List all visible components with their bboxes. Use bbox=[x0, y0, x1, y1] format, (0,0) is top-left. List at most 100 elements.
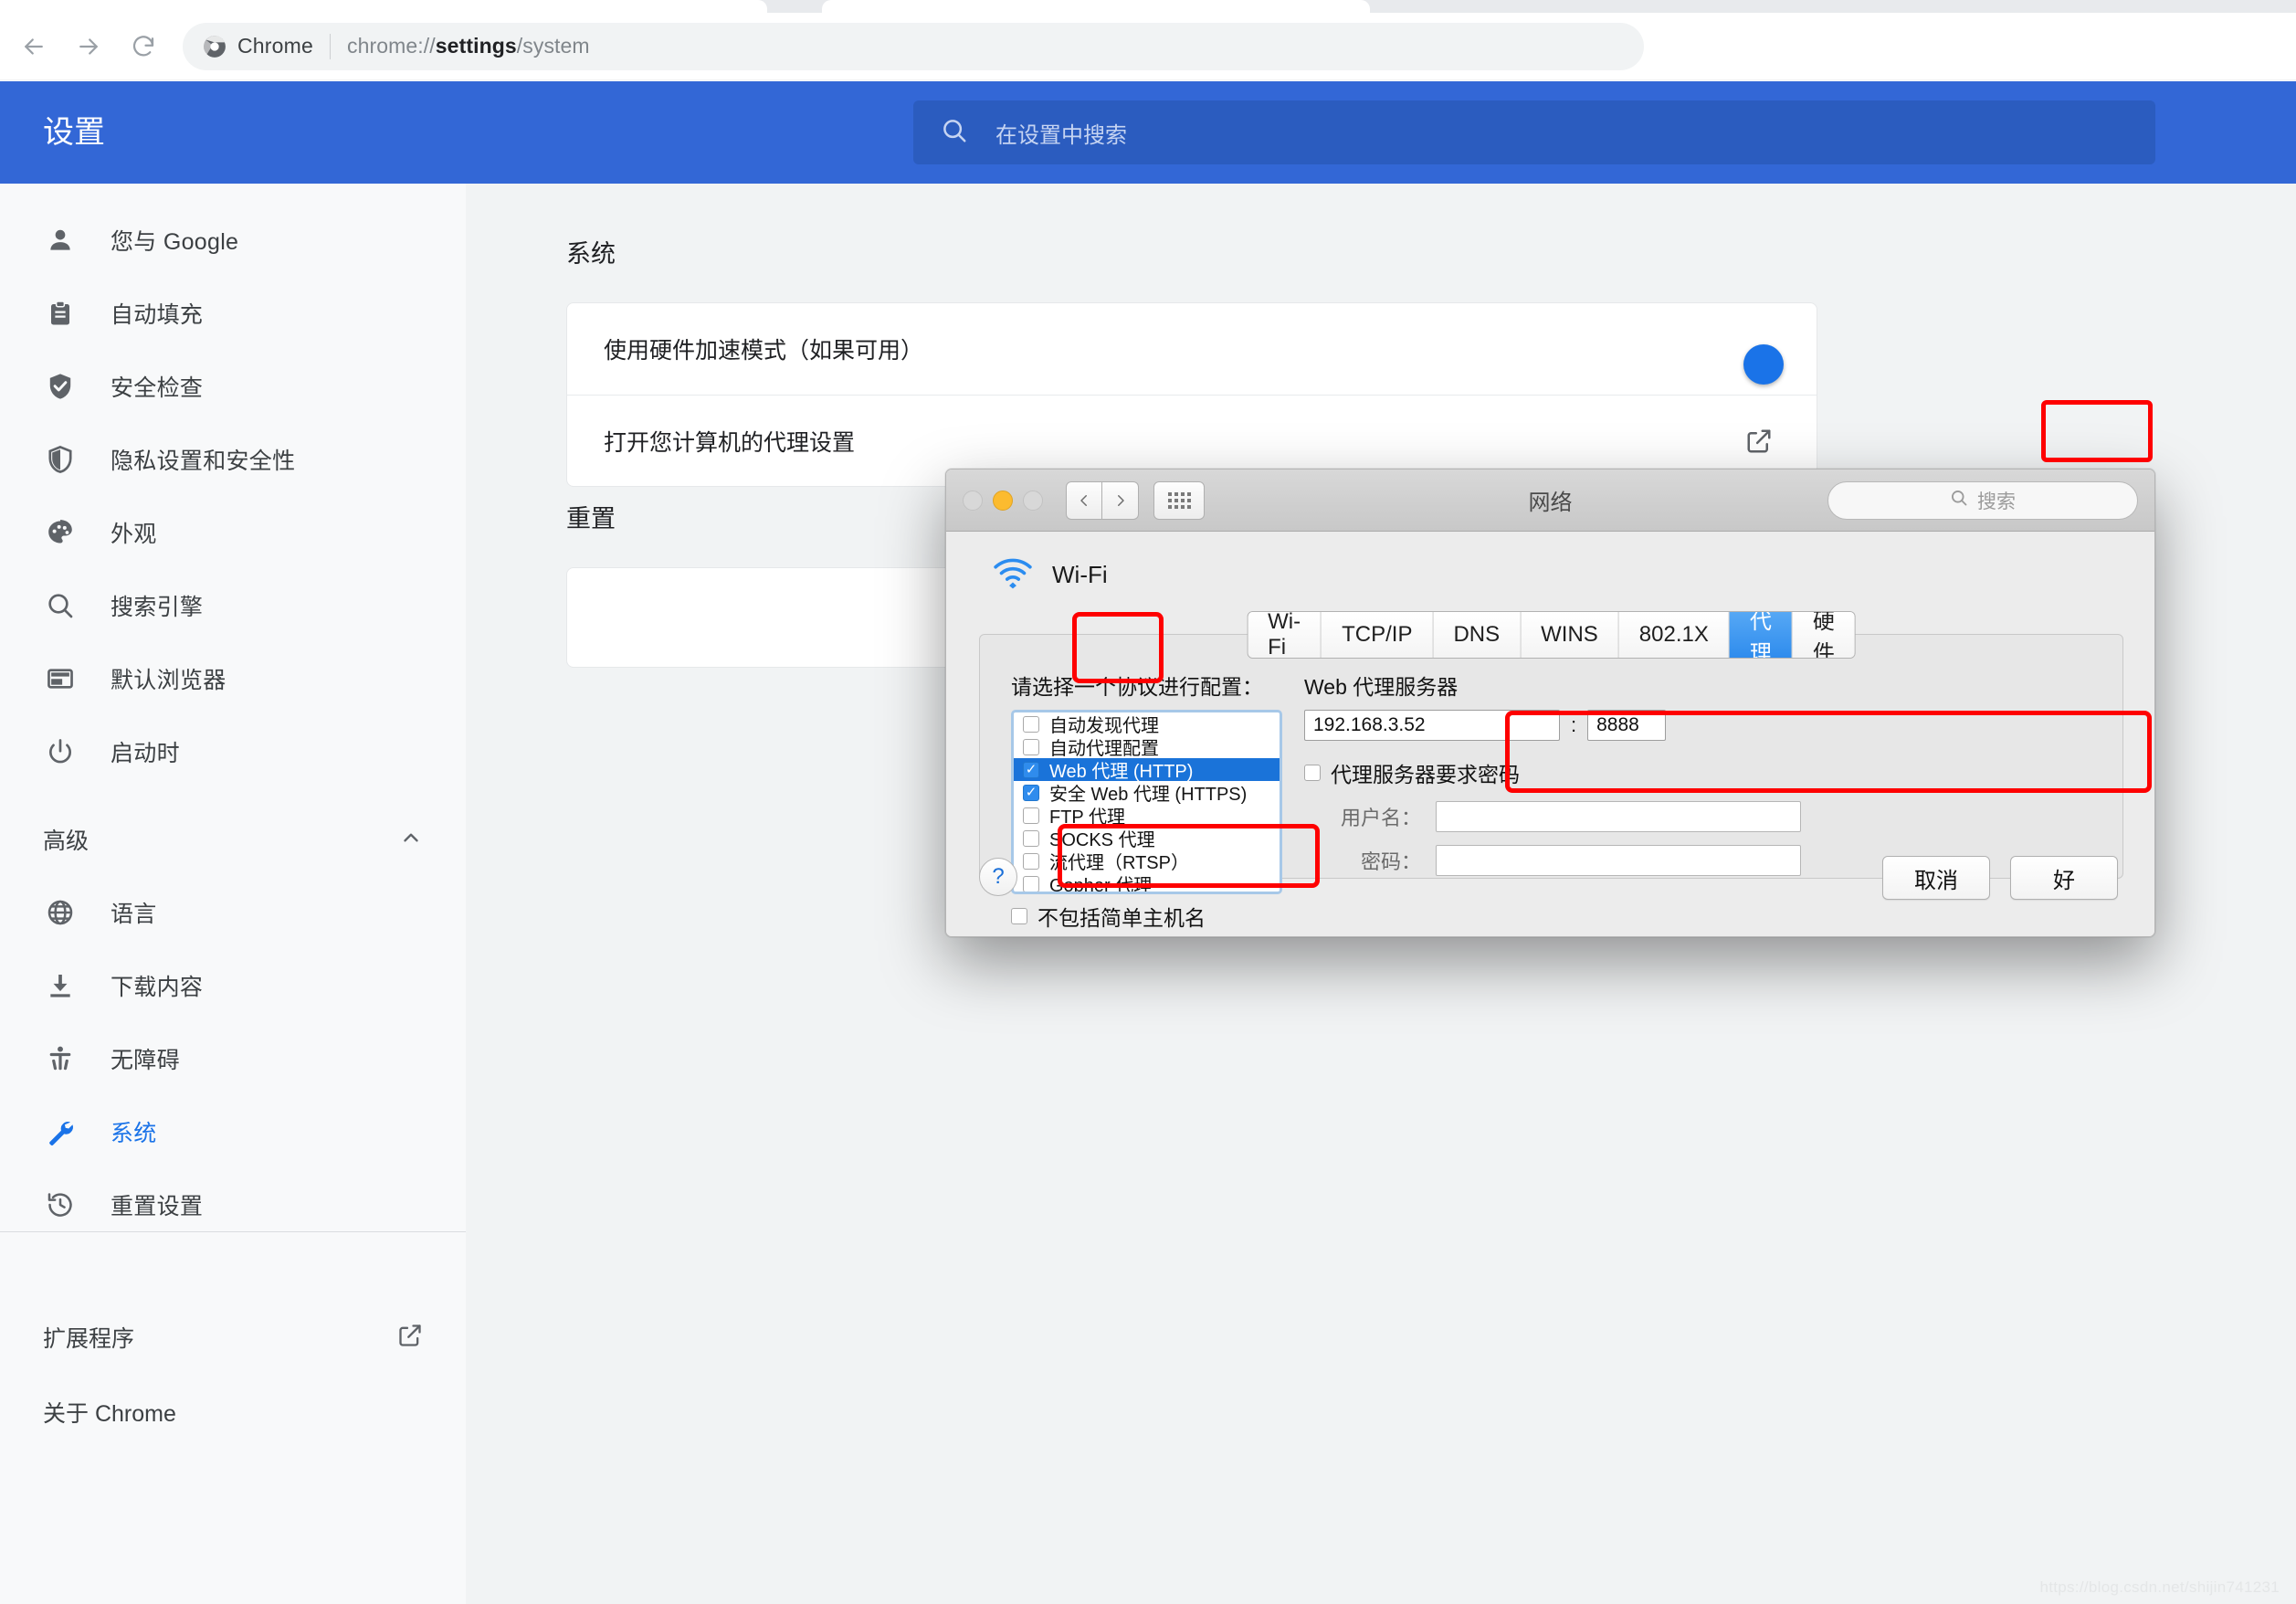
sidebar-item-downloads[interactable]: 下载内容 bbox=[0, 949, 466, 1022]
sidebar-item-languages[interactable]: 语言 bbox=[0, 876, 466, 949]
sidebar-item-reset-settings[interactable]: 重置设置 bbox=[0, 1168, 466, 1241]
watermark: https://blog.csdn.net/shijin741231 bbox=[2039, 1578, 2280, 1596]
username-label: 用户名： bbox=[1340, 807, 1421, 829]
tab-proxies[interactable]: 代理 bbox=[1729, 612, 1793, 658]
sidebar-item-label: 无障碍 bbox=[111, 1048, 180, 1073]
protocol-checkbox[interactable] bbox=[1023, 715, 1039, 733]
sidebar-item-appearance[interactable]: 外观 bbox=[0, 496, 466, 569]
reload-icon[interactable] bbox=[122, 26, 164, 68]
sidebar-item-label: 默认浏览器 bbox=[111, 668, 226, 693]
protocol-checkbox[interactable] bbox=[1023, 761, 1039, 778]
accessibility-icon bbox=[43, 1041, 78, 1076]
sidebar-item-label: 下载内容 bbox=[111, 975, 204, 1000]
sidebar-item-label: 重置设置 bbox=[111, 1194, 204, 1219]
shield-check-icon bbox=[43, 369, 78, 404]
sidebar-item-on-startup[interactable]: 启动时 bbox=[0, 715, 466, 788]
sidebar-item-label: 搜索引擎 bbox=[111, 595, 204, 620]
window-content: Wi-Fi Wi-Fi TCP/IP DNS WINS 802.1X 代理 硬件… bbox=[946, 532, 2154, 936]
forward-arrow-icon[interactable] bbox=[68, 26, 110, 68]
proxy-requires-password-row[interactable]: 代理服务器要求密码 bbox=[1304, 757, 1889, 788]
row-hardware-acceleration[interactable]: 使用硬件加速模式（如果可用） bbox=[567, 303, 1817, 395]
username-field[interactable] bbox=[1436, 801, 1801, 832]
sidebar-item-label: 关于 Chrome bbox=[43, 1401, 176, 1427]
sidebar-item-accessibility[interactable]: 无障碍 bbox=[0, 1022, 466, 1095]
sidebar-item-label: 启动时 bbox=[111, 741, 180, 766]
service-header: Wi-Fi bbox=[946, 532, 2154, 595]
sidebar-item-extensions[interactable]: 扩展程序 bbox=[0, 1300, 466, 1375]
person-icon bbox=[43, 223, 78, 258]
search-placeholder: 在设置中搜索 bbox=[995, 122, 1127, 148]
search-icon bbox=[941, 117, 968, 149]
ok-button[interactable]: 好 bbox=[2010, 856, 2118, 900]
proxy-requires-password-checkbox[interactable] bbox=[1304, 765, 1321, 781]
tab-wifi[interactable]: Wi-Fi bbox=[1248, 612, 1322, 658]
browser-toolbar: Chrome chrome://settings/system bbox=[0, 13, 2296, 80]
username-row: 用户名： bbox=[1304, 801, 1889, 832]
omnibox-divider bbox=[330, 33, 332, 59]
omnibox-url[interactable]: chrome://settings/system bbox=[347, 34, 590, 58]
sidebar-item-advanced[interactable]: 高级 bbox=[0, 803, 466, 876]
tab-8021x[interactable]: 802.1X bbox=[1618, 612, 1730, 658]
sidebar-item-safety-check[interactable]: 安全检查 bbox=[0, 350, 466, 423]
address-bar[interactable]: Chrome chrome://settings/system bbox=[183, 22, 1644, 70]
browser-window-icon bbox=[43, 661, 78, 696]
web-proxy-server-row: 192.168.3.52 : 8888 bbox=[1304, 710, 1889, 741]
web-proxy-server-title: Web 代理服务器 bbox=[1304, 675, 1459, 699]
search-icon bbox=[43, 588, 78, 623]
sidebar-item-you-and-google[interactable]: 您与 Google bbox=[0, 204, 466, 277]
protocol-item[interactable]: 自动发现代理 bbox=[1014, 712, 1280, 736]
row-label: 打开您计算机的代理设置 bbox=[604, 429, 856, 456]
external-link-icon[interactable] bbox=[1738, 420, 1780, 462]
external-link-icon[interactable] bbox=[397, 1323, 423, 1353]
sidebar-item-default-browser[interactable]: 默认浏览器 bbox=[0, 642, 466, 715]
tab-tcpip[interactable]: TCP/IP bbox=[1322, 612, 1434, 658]
sidebar-item-search-engine[interactable]: 搜索引擎 bbox=[0, 569, 466, 642]
back-arrow-icon[interactable] bbox=[13, 26, 55, 68]
shield-icon bbox=[43, 442, 78, 477]
window-titlebar: 网络 搜索 bbox=[946, 470, 2154, 532]
host-port-separator: : bbox=[1571, 713, 1577, 736]
proxy-host-input[interactable]: 192.168.3.52 bbox=[1304, 710, 1560, 741]
sidebar-item-label: 外观 bbox=[111, 522, 157, 547]
sidebar-item-privacy-and-security[interactable]: 隐私设置和安全性 bbox=[0, 423, 466, 496]
sidebar-item-autofill[interactable]: 自动填充 bbox=[0, 277, 466, 350]
sidebar-item-system[interactable]: 系统 bbox=[0, 1095, 466, 1168]
history-icon bbox=[43, 1187, 78, 1222]
palette-icon bbox=[43, 515, 78, 550]
protocol-item-web-proxy-http[interactable]: Web 代理 (HTTP) bbox=[1014, 758, 1280, 782]
proxy-port-input[interactable]: 8888 bbox=[1587, 710, 1667, 741]
tab-wins[interactable]: WINS bbox=[1521, 612, 1619, 658]
protocol-checkbox[interactable] bbox=[1023, 784, 1039, 801]
browser-tab-strip[interactable] bbox=[0, 0, 2296, 13]
url-suffix: /system bbox=[516, 34, 590, 58]
row-label: 使用硬件加速模式（如果可用） bbox=[604, 338, 924, 364]
protocol-item-secure-web-proxy-https[interactable]: 安全 Web 代理 (HTTPS) bbox=[1014, 781, 1280, 805]
cancel-button[interactable]: 取消 bbox=[1882, 856, 1990, 900]
dialog-footer: ? 取消 好 bbox=[946, 838, 2154, 936]
system-settings-card: 使用硬件加速模式（如果可用） 打开您计算机的代理设置 bbox=[566, 302, 1817, 487]
tab-dns[interactable]: DNS bbox=[1433, 612, 1522, 658]
protocol-item[interactable]: 自动代理配置 bbox=[1014, 735, 1280, 759]
sidebar-item-label: 语言 bbox=[111, 902, 157, 927]
protocol-item[interactable]: FTP 代理 bbox=[1014, 804, 1280, 828]
help-button[interactable]: ? bbox=[979, 858, 1017, 896]
proxy-requires-password-label: 代理服务器要求密码 bbox=[1331, 763, 1520, 786]
sidebar-divider bbox=[0, 1231, 466, 1232]
window-title: 网络 bbox=[1528, 491, 1573, 515]
sidebar-item-label: 系统 bbox=[111, 1121, 157, 1146]
browser-tab[interactable] bbox=[822, 0, 1370, 13]
sidebar-item-label: 您与 Google bbox=[111, 229, 239, 255]
search-input[interactable]: 在设置中搜索 bbox=[913, 100, 2155, 164]
wrench-icon bbox=[43, 1114, 78, 1149]
chevron-up-icon[interactable] bbox=[399, 826, 423, 854]
tab-hardware[interactable]: 硬件 bbox=[1792, 612, 1855, 658]
sidebar-item-about-chrome[interactable]: 关于 Chrome bbox=[0, 1375, 466, 1450]
download-icon bbox=[43, 968, 78, 1003]
network-tab-bar: Wi-Fi TCP/IP DNS WINS 802.1X 代理 硬件 bbox=[1247, 611, 1856, 659]
section-title-reset: 重置 bbox=[566, 505, 616, 533]
wifi-icon bbox=[992, 555, 1034, 595]
browser-tab[interactable] bbox=[0, 0, 767, 13]
protocol-checkbox[interactable] bbox=[1023, 807, 1039, 824]
url-bold-segment: settings bbox=[435, 34, 517, 58]
protocol-checkbox[interactable] bbox=[1023, 738, 1039, 755]
